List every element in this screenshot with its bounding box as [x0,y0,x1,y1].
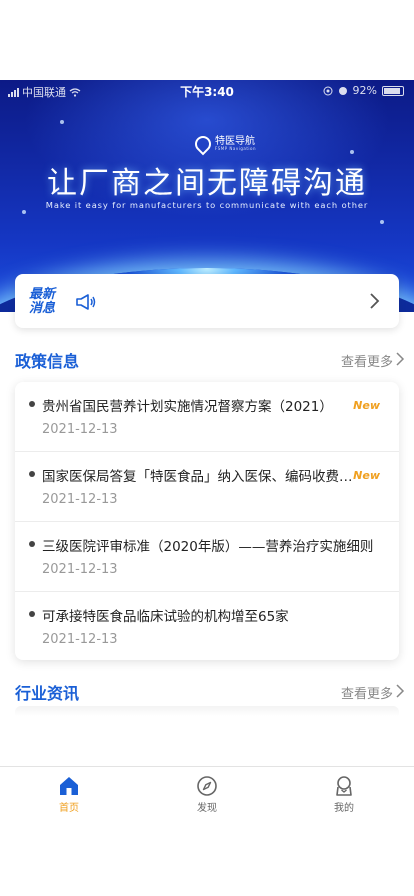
battery-icon [382,85,404,96]
bottom-tab-bar: 首页 发现 我的 [0,766,414,896]
chevron-right-icon[interactable] [395,683,405,699]
brand-logo: 特医导航 FSMP Navigation [191,132,256,156]
policy-item-date: 2021-12-13 [42,562,118,577]
new-badge: New [353,399,380,412]
bullet-dot [29,611,35,617]
alarm-icon [338,86,347,95]
chevron-right-icon[interactable] [367,292,381,310]
status-right: 92% [323,84,404,97]
industry-list-preview [15,706,399,716]
tab-home[interactable]: 首页 [39,775,99,814]
policy-item[interactable]: 可承接特医食品临床试验的机构增至65家 2021-12-13 [15,592,399,662]
tab-discover[interactable]: 发现 [177,775,237,814]
policy-view-more[interactable]: 查看更多 [341,351,393,370]
policy-item-title[interactable]: 贵州省国民营养计划实施情况督察方案（2021） [42,395,358,415]
latest-news-label: 最新消息 [29,287,56,316]
banner-tagline: Make it easy for manufacturers to commun… [45,200,369,210]
policy-item[interactable]: 三级医院评审标准（2020年版）——营养治疗实施细则 2021-12-13 [15,522,399,592]
profile-icon [336,776,352,796]
brand-subtitle: FSMP Navigation [215,146,256,151]
tab-discover-label: 发现 [197,803,217,814]
policy-item-title[interactable]: 可承接特医食品临床试验的机构增至65家 [42,605,387,625]
industry-section-title: 行业资讯 [15,684,80,703]
industry-view-more[interactable]: 查看更多 [341,683,393,702]
battery-percent: 92% [352,84,377,97]
banner-star [350,150,354,154]
policy-item[interactable]: 国家医保局答复「特医食品」纳入医保、编码收费等问题 New 2021-12-13 [15,452,399,522]
top-blank-area [0,0,414,80]
policy-item-title[interactable]: 三级医院评审标准（2020年版）——营养治疗实施细则 [42,535,387,555]
home-icon [60,777,78,795]
policy-item-date: 2021-12-13 [42,632,118,647]
policy-list: 贵州省国民营养计划实施情况督察方案（2021） New 2021-12-13 国… [15,382,399,660]
megaphone-icon [76,294,96,310]
banner-star [380,220,384,224]
banner-headline: 让厂商之间无障碍沟通 [47,166,367,201]
status-bar: 中国联通 下午3:40 92% [0,84,414,99]
tab-profile-label: 我的 [334,803,354,814]
banner-star [22,210,26,214]
bullet-dot [29,541,35,547]
brand-pin-icon [191,132,215,156]
tab-home-label: 首页 [59,803,79,814]
tab-profile[interactable]: 我的 [314,775,374,814]
compass-icon [197,776,217,796]
policy-item-date: 2021-12-13 [42,492,118,507]
bullet-dot [29,401,35,407]
new-badge: New [353,469,380,482]
chevron-right-icon[interactable] [395,351,405,367]
latest-news-bar[interactable]: 最新消息 [15,274,399,328]
policy-item-date: 2021-12-13 [42,422,118,437]
bullet-dot [29,471,35,477]
location-icon [323,86,333,95]
policy-section-header: 政策信息 查看更多 [15,348,405,372]
policy-item[interactable]: 贵州省国民营养计划实施情况督察方案（2021） New 2021-12-13 [15,382,399,452]
policy-item-title[interactable]: 国家医保局答复「特医食品」纳入医保、编码收费等问题 [42,465,358,485]
industry-section-header: 行业资讯 查看更多 [15,680,405,704]
banner-star [60,120,64,124]
policy-section-title: 政策信息 [15,352,80,371]
